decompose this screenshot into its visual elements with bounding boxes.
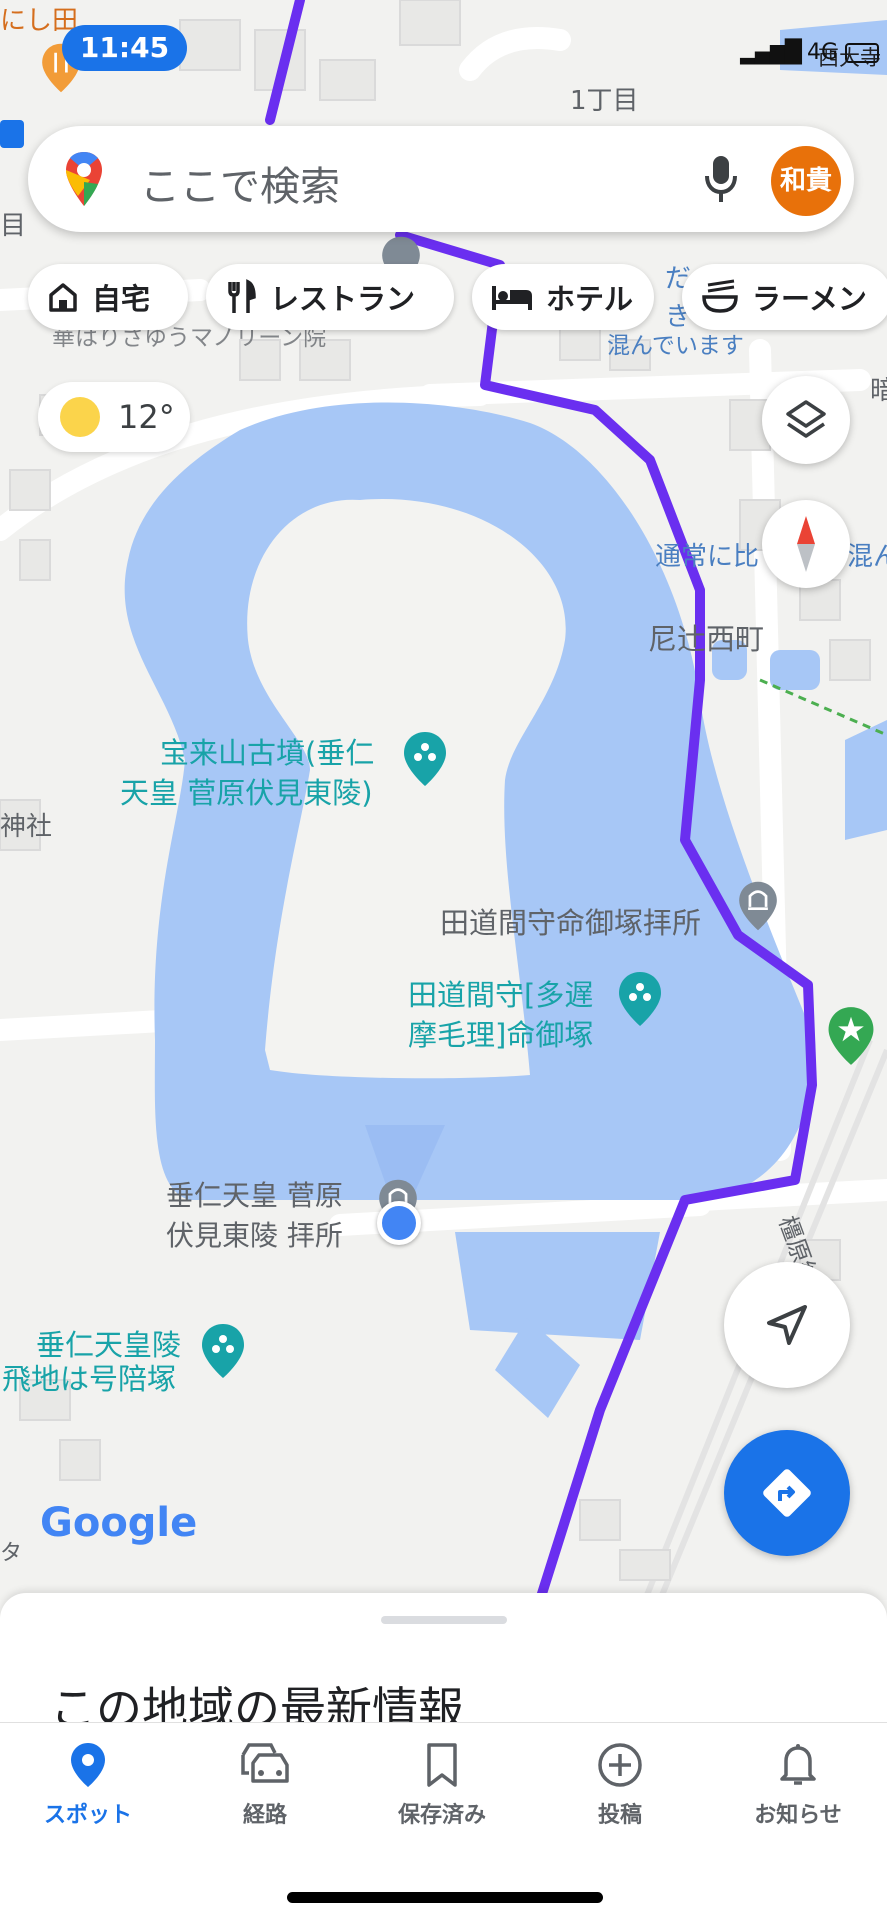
nav-explore[interactable]: スポット: [8, 1741, 168, 1829]
nav-label-contribute: 投稿: [597, 1803, 642, 1828]
current-location-dot: [377, 1201, 421, 1245]
chip-label-ramen: ラーメン: [752, 282, 867, 316]
home-indicator[interactable]: [287, 1892, 603, 1903]
map-label-tajima-2[interactable]: 摩毛理]命御塚: [408, 1012, 593, 1054]
map-label-crowd-note: 混んでいます: [607, 333, 744, 359]
status-time: 11:45: [62, 25, 187, 71]
bus-stop-icon[interactable]: [0, 120, 24, 148]
ramen-icon: [702, 279, 738, 313]
nav-label-updates: お知らせ: [754, 1803, 842, 1828]
compass-button[interactable]: [762, 500, 850, 588]
map-label-town: 尼辻西町: [648, 622, 765, 656]
bookmark-icon: [427, 1743, 457, 1787]
account-avatar[interactable]: 和貴: [771, 146, 841, 216]
chip-hotel[interactable]: ホテル: [472, 264, 654, 330]
map-label-kofun-1[interactable]: 宝来山古墳(垂仁: [160, 730, 374, 772]
car-icon: [241, 1743, 289, 1783]
compass-icon: [797, 516, 815, 572]
nav-go[interactable]: 経路: [185, 1741, 345, 1829]
poi-pin-tajima-icon[interactable]: [617, 970, 663, 1028]
sun-icon: [60, 397, 100, 437]
layers-icon: [786, 400, 826, 438]
google-logo: Google: [40, 1500, 198, 1546]
poi-pin-worship-icon[interactable]: [737, 880, 779, 932]
battery-icon: [845, 43, 879, 63]
poi-pin-park-icon[interactable]: [826, 1005, 876, 1067]
nav-updates[interactable]: お知らせ: [718, 1741, 878, 1829]
search-bar[interactable]: ここで検索: [28, 126, 854, 232]
map-label-crowded: 通常に比: [655, 542, 760, 572]
chip-label-restaurant: レストラン: [270, 282, 416, 316]
weather-widget[interactable]: 12°: [38, 382, 190, 452]
chip-label-hotel: ホテル: [546, 282, 634, 316]
directions-button[interactable]: [724, 1430, 850, 1556]
weather-temperature: 12°: [118, 398, 175, 436]
status-indicators: ▂▄▆█ 4G: [740, 40, 879, 65]
layers-button[interactable]: [762, 376, 850, 464]
add-circle-icon: [598, 1743, 642, 1787]
nav-label-explore: スポット: [43, 1803, 132, 1828]
directions-icon: [763, 1469, 811, 1517]
bell-icon: [780, 1744, 816, 1785]
map-label-suinin-2[interactable]: 伏見東陵 拝所: [166, 1214, 343, 1254]
drag-handle[interactable]: [381, 1616, 507, 1624]
chip-label-home: 自宅: [92, 282, 151, 316]
bottom-sheet[interactable]: この地域の最新情報: [0, 1593, 887, 1736]
map-label-tajima-1[interactable]: 田道間守[多遅: [408, 972, 593, 1014]
place-pin-icon: [71, 1743, 105, 1787]
network-type: 4G: [806, 40, 838, 65]
google-maps-logo-icon: [66, 152, 102, 206]
nav-saved[interactable]: 保存済み: [362, 1741, 522, 1829]
map-label-crowded-suffix: 混ん: [847, 542, 887, 572]
map-label-left-edge: 目: [0, 211, 27, 241]
chip-restaurant[interactable]: レストラン: [206, 264, 454, 330]
home-icon: [49, 283, 77, 312]
nav-label-saved: 保存済み: [397, 1803, 486, 1828]
signal-icon: ▂▄▆█: [740, 40, 802, 65]
map-label-nishida: にし田: [0, 6, 79, 36]
chip-home[interactable]: 自宅: [28, 264, 188, 330]
map-label-chome: 1丁目: [570, 86, 639, 116]
map-label-tajima-worship[interactable]: 田道間守命御塚拝所: [440, 900, 701, 942]
poi-pin-kofun-icon[interactable]: [402, 730, 448, 788]
map-label-haibaizuka-2[interactable]: 飛地は号陪塚: [2, 1356, 176, 1398]
my-location-button[interactable]: [724, 1262, 850, 1388]
hotel-icon: [492, 286, 532, 310]
chip-ramen[interactable]: ラーメン: [682, 264, 887, 330]
poi-pin-haibaizuka-icon[interactable]: [200, 1322, 246, 1380]
map-label-suinin-1[interactable]: 垂仁天皇 菅原: [166, 1174, 343, 1214]
nav-label-go: 経路: [242, 1803, 287, 1828]
map-label-kofun-2[interactable]: 天皇 菅原伏見東陵): [120, 770, 373, 812]
navigation-arrow-icon: [767, 1305, 807, 1345]
search-input[interactable]: ここで検索: [140, 154, 340, 212]
microphone-icon[interactable]: [701, 154, 741, 204]
restaurant-icon: [228, 279, 256, 313]
map-label-bottom-left: タ: [0, 1541, 23, 1566]
nav-contribute[interactable]: 投稿: [540, 1741, 700, 1829]
map-label-shrine: 神社: [0, 812, 53, 842]
map-label-right-edge: 暗: [870, 376, 887, 406]
